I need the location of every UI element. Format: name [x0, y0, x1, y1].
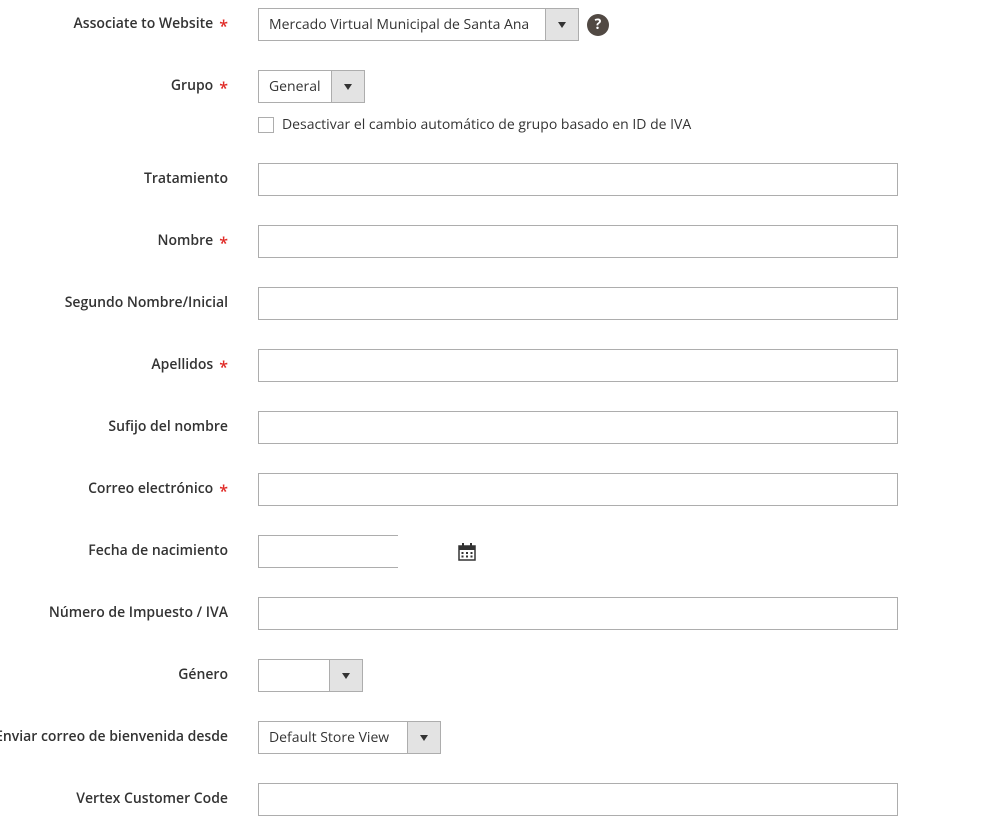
calendar-icon[interactable] — [458, 536, 476, 567]
customer-form: Associate to Website * Mercado Virtual M… — [0, 8, 981, 816]
field-welcome: Enviar correo de bienvenida desde Defaul… — [0, 721, 981, 754]
label-suffix: Sufijo del nombre — [0, 411, 258, 436]
field-email: Correo electrónico * — [0, 473, 981, 506]
field-taxvat: Número de Impuesto / IVA — [0, 597, 981, 630]
help-icon[interactable]: ? — [587, 14, 609, 36]
field-group: Grupo * General — [0, 70, 981, 103]
chevron-down-icon[interactable] — [329, 660, 362, 691]
dob-input[interactable] — [259, 536, 458, 567]
label-dob: Fecha de nacimiento — [0, 535, 258, 560]
chevron-down-icon[interactable] — [331, 71, 364, 102]
disable-auto-group-checkbox[interactable] — [258, 117, 274, 133]
field-vertex: Vertex Customer Code — [0, 783, 981, 816]
label-welcome: Enviar correo de bienvenida desde — [0, 721, 258, 746]
firstname-input[interactable] — [258, 225, 898, 258]
field-middlename: Segundo Nombre/Inicial — [0, 287, 981, 320]
website-select[interactable]: Mercado Virtual Municipal de Santa Ana — [258, 8, 579, 41]
field-gender: Género — [0, 659, 981, 692]
label-firstname: Nombre * — [0, 225, 258, 250]
website-select-value: Mercado Virtual Municipal de Santa Ana — [259, 9, 545, 40]
field-website: Associate to Website * Mercado Virtual M… — [0, 8, 981, 41]
label-email: Correo electrónico * — [0, 473, 258, 498]
disable-auto-group-label: Desactivar el cambio automático de grupo… — [282, 115, 691, 134]
lastname-input[interactable] — [258, 349, 898, 382]
middlename-input[interactable] — [258, 287, 898, 320]
field-prefix: Tratamiento — [0, 163, 981, 196]
group-select[interactable]: General — [258, 70, 365, 103]
disable-auto-group-row: Desactivar el cambio automático de grupo… — [258, 115, 981, 134]
email-input[interactable] — [258, 473, 898, 506]
label-middlename: Segundo Nombre/Inicial — [0, 287, 258, 312]
field-firstname: Nombre * — [0, 225, 981, 258]
label-vertex: Vertex Customer Code — [0, 783, 258, 808]
chevron-down-icon[interactable] — [407, 722, 440, 753]
suffix-input[interactable] — [258, 411, 898, 444]
field-suffix: Sufijo del nombre — [0, 411, 981, 444]
prefix-input[interactable] — [258, 163, 898, 196]
welcome-select-value: Default Store View — [259, 722, 407, 753]
chevron-down-icon[interactable] — [545, 9, 578, 40]
label-taxvat: Número de Impuesto / IVA — [0, 597, 258, 622]
gender-select-value — [259, 660, 329, 691]
vertex-input[interactable] — [258, 783, 898, 816]
label-group: Grupo * — [0, 70, 258, 95]
welcome-select[interactable]: Default Store View — [258, 721, 441, 754]
dob-input-wrapper — [258, 535, 398, 568]
label-gender: Género — [0, 659, 258, 684]
label-prefix: Tratamiento — [0, 163, 258, 188]
group-select-value: General — [259, 71, 331, 102]
gender-select[interactable] — [258, 659, 363, 692]
label-website: Associate to Website * — [0, 8, 258, 33]
label-lastname: Apellidos * — [0, 349, 258, 374]
field-dob: Fecha de nacimiento — [0, 535, 981, 568]
field-lastname: Apellidos * — [0, 349, 981, 382]
taxvat-input[interactable] — [258, 597, 898, 630]
